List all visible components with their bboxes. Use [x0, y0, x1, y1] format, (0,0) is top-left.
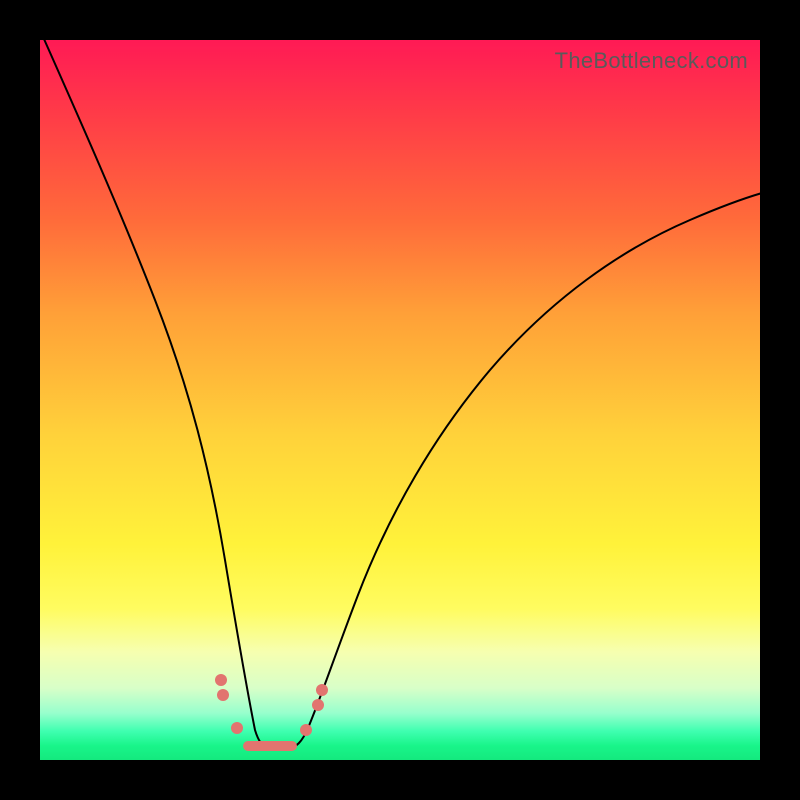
bottleneck-curve [40, 40, 760, 760]
curve-path [40, 30, 762, 748]
plot-area: TheBottleneck.com [40, 40, 760, 760]
chart-frame: TheBottleneck.com [0, 0, 800, 800]
highlight-markers [215, 674, 328, 746]
